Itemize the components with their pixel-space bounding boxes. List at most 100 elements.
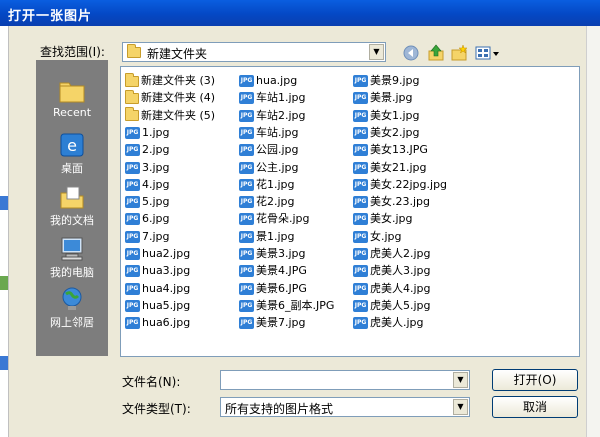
file-item[interactable]: JPG 5.jpg [125, 194, 170, 210]
file-item[interactable]: JPG 美女.22jpg.jpg [353, 177, 447, 193]
file-item[interactable]: JPG hua5.jpg [125, 298, 190, 314]
file-item[interactable]: JPG hua4.jpg [125, 281, 190, 297]
file-item[interactable]: JPG hua6.jpg [125, 315, 190, 331]
file-item[interactable]: JPG 美景9.jpg [353, 73, 420, 89]
file-item[interactable]: 新建文件夹 (5) [125, 107, 215, 124]
file-item[interactable]: JPG 美景6.JPG [239, 281, 307, 297]
file-item[interactable]: JPG 车站.jpg [239, 125, 299, 141]
place-recent[interactable]: Recent [36, 78, 108, 119]
jpg-file-icon: JPG [353, 196, 368, 209]
file-item[interactable]: 新建文件夹 (3) [125, 72, 215, 89]
file-item[interactable]: JPG 7.jpg [125, 229, 170, 245]
file-item[interactable]: JPG 美景.jpg [353, 90, 413, 106]
file-item[interactable]: JPG 公园.jpg [239, 142, 299, 158]
chevron-down-icon[interactable]: ▼ [453, 372, 468, 388]
jpg-file-icon: JPG [125, 213, 140, 226]
up-folder-icon[interactable] [427, 44, 445, 62]
background-window-strip [0, 26, 9, 437]
filename-input[interactable]: ▼ [220, 370, 470, 390]
back-icon[interactable] [402, 44, 420, 62]
jpg-file-icon: JPG [353, 161, 368, 174]
jpg-file-icon: JPG [125, 126, 140, 139]
jpg-file-icon: JPG [239, 299, 254, 312]
jpg-file-icon: JPG [239, 161, 254, 174]
file-item[interactable]: JPG 美女.23.jpg [353, 194, 430, 210]
file-item[interactable]: JPG 虎美人2.jpg [353, 246, 431, 262]
cancel-button[interactable]: 取消 [492, 396, 578, 418]
jpg-file-icon: JPG [353, 126, 368, 139]
file-item[interactable]: JPG 2.jpg [125, 142, 170, 158]
look-in-dropdown[interactable]: 新建文件夹 ▼ [122, 42, 386, 62]
place-my-documents[interactable]: 我的文档 [36, 184, 108, 228]
chevron-down-icon[interactable]: ▼ [369, 44, 384, 60]
place-desktop[interactable]: e 桌面 [36, 132, 108, 176]
place-network[interactable]: 网上邻居 [36, 286, 108, 330]
file-item[interactable]: JPG 美女13.JPG [353, 142, 428, 158]
file-item[interactable]: JPG hua.jpg [239, 73, 297, 89]
file-item[interactable]: JPG 景1.jpg [239, 229, 295, 245]
file-item[interactable]: JPG 美女.jpg [353, 211, 413, 227]
place-label: 桌面 [61, 162, 83, 175]
jpg-file-icon: JPG [239, 282, 254, 295]
file-item[interactable]: JPG 1.jpg [125, 125, 170, 141]
jpg-file-icon: JPG [239, 144, 254, 157]
jpg-file-icon: JPG [125, 282, 140, 295]
file-item[interactable]: JPG 美女1.jpg [353, 108, 420, 124]
file-name: 美景6.JPG [256, 281, 307, 295]
jpg-file-icon: JPG [239, 109, 254, 122]
jpg-file-icon: JPG [125, 317, 140, 330]
file-name: 虎美人.jpg [370, 316, 424, 330]
jpg-file-icon: JPG [353, 178, 368, 191]
file-item[interactable]: JPG 虎美人.jpg [353, 315, 424, 331]
file-name: 6.jpg [142, 212, 170, 226]
file-item[interactable]: JPG 美景4.JPG [239, 263, 307, 279]
open-button[interactable]: 打开(O) [492, 369, 578, 391]
view-menu-icon[interactable] [474, 44, 500, 62]
place-my-computer[interactable]: 我的电脑 [36, 236, 108, 280]
file-item[interactable]: JPG 虎美人3.jpg [353, 263, 431, 279]
app-icon [0, 356, 8, 370]
file-item[interactable]: JPG 花1.jpg [239, 177, 295, 193]
file-item[interactable]: JPG 4.jpg [125, 177, 170, 193]
file-item[interactable]: JPG 花2.jpg [239, 194, 295, 210]
file-item[interactable]: JPG 车站2.jpg [239, 108, 306, 124]
file-item[interactable]: JPG 6.jpg [125, 211, 170, 227]
file-item[interactable]: JPG 美女21.jpg [353, 160, 427, 176]
file-item[interactable]: JPG hua3.jpg [125, 263, 190, 279]
file-name: 虎美人3.jpg [370, 264, 431, 278]
jpg-file-icon: JPG [239, 248, 254, 260]
file-item[interactable]: JPG 公主.jpg [239, 160, 299, 176]
file-name: 车站.jpg [256, 125, 299, 139]
file-name: 美女.22jpg.jpg [370, 177, 448, 191]
file-item[interactable]: 新建文件夹 (4) [125, 89, 215, 106]
place-label: 我的电脑 [50, 266, 94, 279]
file-name: 花骨朵.jpg [256, 212, 310, 226]
new-folder-icon[interactable] [450, 44, 468, 62]
jpg-file-icon: JPG [353, 248, 368, 260]
file-item[interactable]: JPG hua2.jpg [125, 246, 190, 262]
file-item[interactable]: JPG 女.jpg [353, 229, 402, 245]
jpg-file-icon: JPG [353, 282, 368, 295]
place-label: Recent [52, 106, 92, 119]
file-name: 车站2.jpg [256, 108, 306, 122]
file-list[interactable]: 新建文件夹 (3) 新建文件夹 (4) 新建文件夹 (5) JPG 1.jpg JPG 2.… [120, 66, 580, 357]
title-bar[interactable]: 打开一张图片 [0, 0, 600, 26]
file-item[interactable]: JPG 美女2.jpg [353, 125, 420, 141]
jpg-file-icon: JPG [353, 265, 368, 278]
file-item[interactable]: JPG 3.jpg [125, 160, 170, 176]
file-item[interactable]: JPG 车站1.jpg [239, 90, 306, 106]
folder-icon [127, 43, 141, 58]
file-item[interactable]: JPG 花骨朵.jpg [239, 211, 310, 227]
chevron-down-icon[interactable]: ▼ [453, 399, 468, 415]
file-item[interactable]: JPG 虎美人5.jpg [353, 298, 431, 314]
file-item[interactable]: JPG 美景7.jpg [239, 315, 306, 331]
file-item[interactable]: JPG 虎美人4.jpg [353, 281, 431, 297]
file-name: 1.jpg [142, 125, 170, 139]
filetype-dropdown[interactable]: 所有支持的图片格式 ▼ [220, 397, 470, 417]
file-item[interactable]: JPG 美景3.jpg [239, 246, 306, 262]
file-name: 2.jpg [142, 143, 170, 157]
file-item[interactable]: JPG 美景6_副本.JPG [239, 298, 334, 314]
jpg-file-icon: JPG [125, 230, 140, 243]
jpg-file-icon: JPG [125, 265, 140, 278]
filename-label: 文件名(N): [122, 375, 181, 389]
